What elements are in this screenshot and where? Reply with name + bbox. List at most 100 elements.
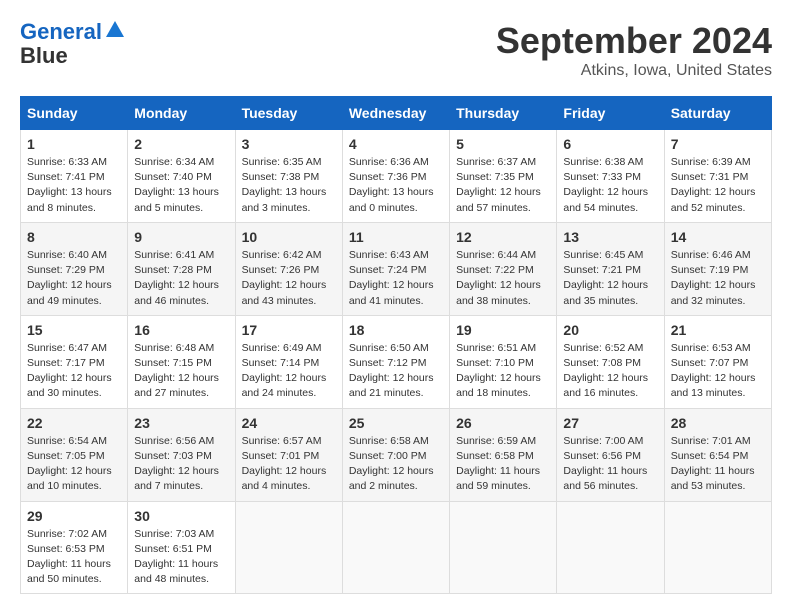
day-number: 2 [134, 136, 228, 152]
day-number: 20 [563, 322, 657, 338]
day-number: 9 [134, 229, 228, 245]
table-row: 8 Sunrise: 6:40 AMSunset: 7:29 PMDaylight… [21, 222, 128, 315]
day-info: Sunrise: 6:56 AMSunset: 7:03 PMDaylight:… [134, 434, 228, 495]
day-info: Sunrise: 6:48 AMSunset: 7:15 PMDaylight:… [134, 341, 228, 402]
table-row: 24 Sunrise: 6:57 AMSunset: 7:01 PMDayligh… [235, 408, 342, 501]
table-row: 15Sunrise: 6:47 AMSunset: 7:17 PMDayligh… [21, 315, 128, 408]
day-info: Sunrise: 6:49 AMSunset: 7:14 PMDaylight:… [242, 341, 336, 402]
calendar-week-row: 22 Sunrise: 6:54 AMSunset: 7:05 PMDayligh… [21, 408, 772, 501]
day-info: Sunrise: 6:50 AMSunset: 7:12 PMDaylight:… [349, 341, 443, 402]
day-info: Sunrise: 6:58 AMSunset: 7:00 PMDaylight:… [349, 434, 443, 495]
day-number: 21 [671, 322, 765, 338]
col-tuesday: Tuesday [235, 97, 342, 130]
day-number: 25 [349, 415, 443, 431]
day-info: Sunrise: 6:43 AMSunset: 7:24 PMDaylight:… [349, 248, 443, 309]
day-number: 8 [27, 229, 121, 245]
day-number: 14 [671, 229, 765, 245]
table-row: 23 Sunrise: 6:56 AMSunset: 7:03 PMDayligh… [128, 408, 235, 501]
day-number: 27 [563, 415, 657, 431]
day-number: 13 [563, 229, 657, 245]
day-info: Sunrise: 6:44 AMSunset: 7:22 PMDaylight:… [456, 248, 550, 309]
calendar-table: Sunday Monday Tuesday Wednesday Thursday… [20, 96, 772, 594]
day-info: Sunrise: 6:52 AMSunset: 7:08 PMDaylight:… [563, 341, 657, 402]
day-number: 1 [27, 136, 121, 152]
day-info: Sunrise: 6:57 AMSunset: 7:01 PMDaylight:… [242, 434, 336, 495]
table-row: 6 Sunrise: 6:38 AMSunset: 7:33 PMDaylight… [557, 130, 664, 223]
logo-text2: Blue [20, 44, 68, 68]
table-row: 28 Sunrise: 7:01 AMSunset: 6:54 PMDayligh… [664, 408, 771, 501]
table-row: 22 Sunrise: 6:54 AMSunset: 7:05 PMDayligh… [21, 408, 128, 501]
table-row: 19Sunrise: 6:51 AMSunset: 7:10 PMDayligh… [450, 315, 557, 408]
day-info: Sunrise: 6:39 AMSunset: 7:31 PMDaylight:… [671, 155, 765, 216]
col-friday: Friday [557, 97, 664, 130]
logo-text: General [20, 20, 102, 44]
day-number: 19 [456, 322, 550, 338]
table-row: 12 Sunrise: 6:44 AMSunset: 7:22 PMDayligh… [450, 222, 557, 315]
day-info: Sunrise: 6:53 AMSunset: 7:07 PMDaylight:… [671, 341, 765, 402]
day-info: Sunrise: 6:59 AMSunset: 6:58 PMDaylight:… [456, 434, 550, 495]
table-row: 9 Sunrise: 6:41 AMSunset: 7:28 PMDaylight… [128, 222, 235, 315]
day-number: 6 [563, 136, 657, 152]
day-info: Sunrise: 6:34 AMSunset: 7:40 PMDaylight:… [134, 155, 228, 216]
table-row [557, 501, 664, 594]
day-number: 17 [242, 322, 336, 338]
day-info: Sunrise: 6:42 AMSunset: 7:26 PMDaylight:… [242, 248, 336, 309]
table-row: 14 Sunrise: 6:46 AMSunset: 7:19 PMDayligh… [664, 222, 771, 315]
page-header: General Blue September 2024 Atkins, Iowa… [20, 20, 772, 80]
month-title: September 2024 [496, 20, 772, 62]
table-row: 11 Sunrise: 6:43 AMSunset: 7:24 PMDayligh… [342, 222, 449, 315]
calendar-week-row: 8 Sunrise: 6:40 AMSunset: 7:29 PMDaylight… [21, 222, 772, 315]
col-wednesday: Wednesday [342, 97, 449, 130]
col-thursday: Thursday [450, 97, 557, 130]
day-number: 24 [242, 415, 336, 431]
day-info: Sunrise: 6:35 AMSunset: 7:38 PMDaylight:… [242, 155, 336, 216]
table-row: 20 Sunrise: 6:52 AMSunset: 7:08 PMDayligh… [557, 315, 664, 408]
day-number: 11 [349, 229, 443, 245]
table-row: 13 Sunrise: 6:45 AMSunset: 7:21 PMDayligh… [557, 222, 664, 315]
table-row: 1Sunrise: 6:33 AMSunset: 7:41 PMDaylight… [21, 130, 128, 223]
table-row [664, 501, 771, 594]
day-info: Sunrise: 6:46 AMSunset: 7:19 PMDaylight:… [671, 248, 765, 309]
col-saturday: Saturday [664, 97, 771, 130]
day-info: Sunrise: 6:45 AMSunset: 7:21 PMDaylight:… [563, 248, 657, 309]
table-row: 21 Sunrise: 6:53 AMSunset: 7:07 PMDayligh… [664, 315, 771, 408]
calendar-week-row: 15Sunrise: 6:47 AMSunset: 7:17 PMDayligh… [21, 315, 772, 408]
table-row: 27Sunrise: 7:00 AMSunset: 6:56 PMDayligh… [557, 408, 664, 501]
table-row [235, 501, 342, 594]
day-number: 12 [456, 229, 550, 245]
day-number: 4 [349, 136, 443, 152]
table-row: 4Sunrise: 6:36 AMSunset: 7:36 PMDaylight… [342, 130, 449, 223]
day-info: Sunrise: 6:41 AMSunset: 7:28 PMDaylight:… [134, 248, 228, 309]
calendar-week-row: 1Sunrise: 6:33 AMSunset: 7:41 PMDaylight… [21, 130, 772, 223]
day-number: 30 [134, 508, 228, 524]
day-info: Sunrise: 6:40 AMSunset: 7:29 PMDaylight:… [27, 248, 121, 309]
day-number: 23 [134, 415, 228, 431]
day-number: 5 [456, 136, 550, 152]
table-row: 2 Sunrise: 6:34 AMSunset: 7:40 PMDaylight… [128, 130, 235, 223]
table-row: 10 Sunrise: 6:42 AMSunset: 7:26 PMDayligh… [235, 222, 342, 315]
table-row: 7 Sunrise: 6:39 AMSunset: 7:31 PMDaylight… [664, 130, 771, 223]
location: Atkins, Iowa, United States [496, 62, 772, 80]
table-row: 25 Sunrise: 6:58 AMSunset: 7:00 PMDayligh… [342, 408, 449, 501]
table-row: 17 Sunrise: 6:49 AMSunset: 7:14 PMDayligh… [235, 315, 342, 408]
table-row: 26Sunrise: 6:59 AMSunset: 6:58 PMDayligh… [450, 408, 557, 501]
day-number: 22 [27, 415, 121, 431]
col-sunday: Sunday [21, 97, 128, 130]
day-number: 10 [242, 229, 336, 245]
day-number: 18 [349, 322, 443, 338]
calendar-header-row: Sunday Monday Tuesday Wednesday Thursday… [21, 97, 772, 130]
day-info: Sunrise: 6:54 AMSunset: 7:05 PMDaylight:… [27, 434, 121, 495]
day-number: 7 [671, 136, 765, 152]
table-row: 16 Sunrise: 6:48 AMSunset: 7:15 PMDayligh… [128, 315, 235, 408]
logo-arrow-icon [104, 19, 126, 41]
day-number: 16 [134, 322, 228, 338]
table-row: 5Sunrise: 6:37 AMSunset: 7:35 PMDaylight… [450, 130, 557, 223]
day-info: Sunrise: 7:01 AMSunset: 6:54 PMDaylight:… [671, 434, 765, 495]
day-number: 28 [671, 415, 765, 431]
day-number: 3 [242, 136, 336, 152]
day-number: 29 [27, 508, 121, 524]
table-row [342, 501, 449, 594]
day-info: Sunrise: 7:02 AMSunset: 6:53 PMDaylight:… [27, 527, 121, 588]
table-row [450, 501, 557, 594]
day-info: Sunrise: 6:38 AMSunset: 7:33 PMDaylight:… [563, 155, 657, 216]
